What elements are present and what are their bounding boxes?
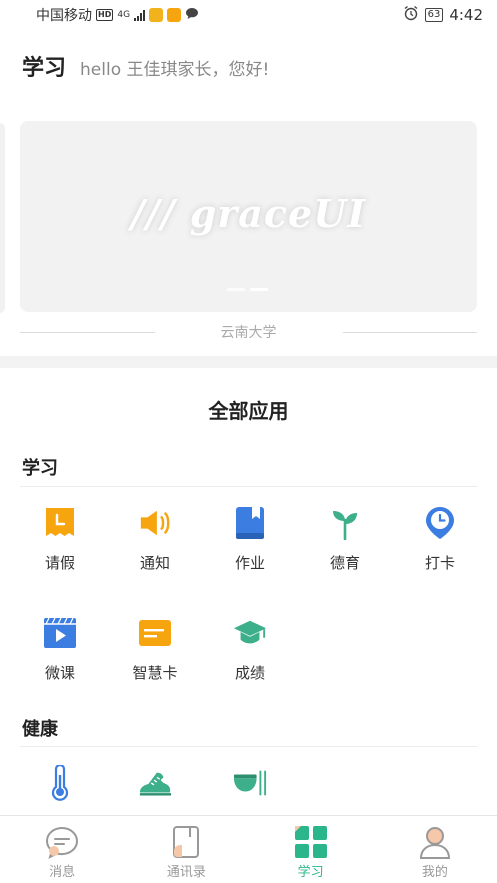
app-notice[interactable]: 通知 [107, 506, 203, 573]
carousel-indicator[interactable] [227, 288, 268, 291]
graduation-cap-icon [233, 616, 267, 650]
divider-line [342, 331, 477, 333]
banner-carousel[interactable]: /// graceUI [20, 121, 477, 312]
user-icon [417, 824, 453, 860]
network-type-label: 4G [117, 10, 131, 20]
app-notification-icon [149, 8, 164, 22]
tab-messages[interactable]: 消息 [0, 816, 124, 883]
contacts-icon [168, 824, 204, 860]
message-icon [44, 824, 80, 860]
banner-logo: /// graceUI [130, 191, 367, 236]
greeting-text: hello 王佳琪家长，您好! [80, 60, 270, 80]
divider-line [20, 331, 155, 333]
chat-notification-icon [185, 7, 199, 24]
section-separator [0, 356, 497, 368]
hd-badge-icon: HD [96, 9, 114, 21]
tab-label: 学习 [297, 865, 324, 880]
clock-time: 4:42 [449, 6, 483, 24]
app-label: 微课 [44, 664, 75, 682]
group-label-study: 学习 [22, 458, 58, 479]
megaphone-icon [138, 506, 172, 540]
bowl-icon [233, 766, 267, 800]
page-title: 学习 [22, 56, 67, 81]
battery-indicator: 63 [424, 8, 444, 22]
app-health-temperature[interactable] [12, 765, 108, 801]
book-icon [233, 506, 267, 540]
app-label: 打卡 [424, 554, 455, 572]
thermometer-icon [43, 765, 77, 801]
tab-label: 我的 [421, 865, 448, 880]
banner-caption-row: 云南大学 [20, 322, 477, 342]
tab-mine[interactable]: 我的 [373, 816, 497, 883]
app-label: 成绩 [234, 664, 265, 682]
alarm-icon [403, 5, 419, 25]
group-label-health: 健康 [22, 719, 58, 740]
carrier-name: 中国移动 [36, 8, 92, 24]
sprout-icon [328, 506, 362, 540]
sneaker-icon [138, 766, 172, 800]
all-apps-title: 全部应用 [208, 399, 289, 423]
app-grades[interactable]: 成绩 [202, 616, 298, 683]
status-bar: 中国移动 HD 4G 63 4:42 [0, 0, 497, 30]
grid-icon [293, 824, 329, 860]
app-smart-card[interactable]: 智慧卡 [107, 616, 203, 683]
app-health-diet[interactable] [202, 766, 298, 800]
app-label: 智慧卡 [132, 664, 178, 682]
carousel-dot[interactable] [227, 288, 245, 291]
clock-pin-icon [423, 506, 457, 540]
app-label: 通知 [139, 554, 170, 572]
app-homework[interactable]: 作业 [202, 506, 298, 573]
divider-line [20, 746, 477, 747]
tab-label: 通讯录 [166, 865, 206, 880]
carousel-dot-active[interactable] [250, 288, 268, 291]
app-health-exercise[interactable] [107, 766, 203, 800]
video-icon [43, 616, 77, 650]
app-label: 作业 [234, 554, 265, 572]
app-label: 德育 [329, 554, 360, 572]
banner-caption: 云南大学 [220, 325, 277, 341]
tab-contacts[interactable]: 通讯录 [124, 816, 248, 883]
signal-icon [134, 9, 146, 21]
app-leave[interactable]: 请假 [12, 506, 108, 573]
tab-study[interactable]: 学习 [249, 816, 373, 883]
divider-line [20, 486, 477, 487]
leave-icon [43, 506, 77, 540]
app-check-in[interactable]: 打卡 [392, 506, 488, 573]
app-label: 请假 [44, 554, 75, 572]
tab-label: 消息 [49, 865, 76, 880]
app-notification-icon [167, 8, 182, 22]
bottom-tab-bar: 消息 通讯录 学习 我的 [0, 815, 497, 883]
page-header: 学习 hello 王佳琪家长，您好! [22, 50, 269, 82]
app-micro-course[interactable]: 微课 [12, 616, 108, 683]
card-icon [138, 616, 172, 650]
banner-prev-slide-peek[interactable] [0, 123, 5, 313]
app-moral-education[interactable]: 德育 [297, 506, 393, 573]
